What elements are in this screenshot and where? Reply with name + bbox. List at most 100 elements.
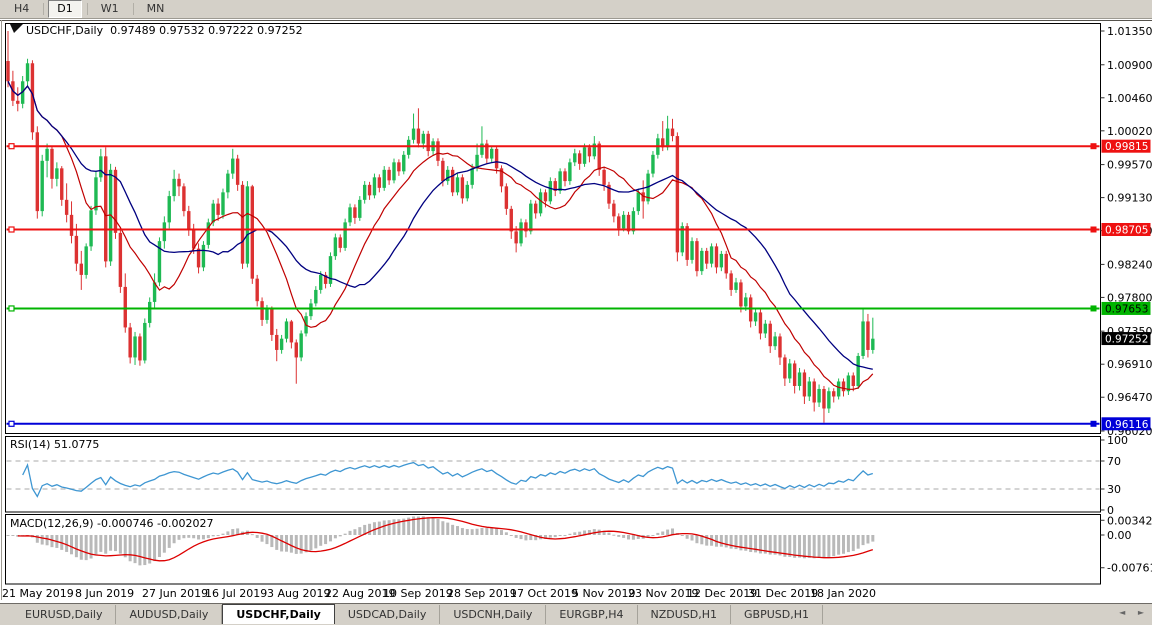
macd-bar <box>622 535 626 538</box>
bid-price-label: 0.97252 <box>1105 334 1148 346</box>
timeframe-button-d1[interactable]: D1 <box>48 0 82 18</box>
date-tick-label: 21 May 2019 <box>2 587 74 600</box>
candle-body <box>294 342 298 358</box>
macd-bar <box>118 535 122 554</box>
candle-body <box>162 222 167 242</box>
macd-bar <box>504 532 508 535</box>
chart-tab-nzdusd[interactable]: NZDUSD,H1 <box>638 605 732 624</box>
macd-bar <box>548 535 552 538</box>
candle-body <box>411 128 416 140</box>
horizontal-line-0.98705[interactable]: 0.98705 <box>6 222 1151 237</box>
macd-bar <box>798 535 802 558</box>
candle-body <box>519 222 523 244</box>
candle-body <box>866 321 870 350</box>
candle-body <box>841 381 846 392</box>
ohlc-quote: 0.97489 0.97532 0.97222 0.97252 <box>110 24 303 37</box>
candle-body <box>201 244 206 268</box>
macd-bar <box>265 535 269 545</box>
candle-body <box>690 241 694 260</box>
chart-tab-usdcnh[interactable]: USDCNH,Daily <box>440 605 547 624</box>
horizontal-line-0.97653[interactable]: 0.97653 <box>6 301 1151 316</box>
macd-bar <box>113 535 117 552</box>
date-tick-label: 17 Oct 2019 <box>510 587 578 600</box>
line-handle-left <box>8 143 15 150</box>
chart-tab-usdchf[interactable]: USDCHF,Daily <box>222 604 335 624</box>
tab-scroll-right-icon[interactable]: ► <box>1138 608 1144 617</box>
price-panel[interactable] <box>6 31 875 423</box>
macd-bar <box>221 533 225 535</box>
candle-body <box>797 372 802 386</box>
candle-body <box>871 338 875 350</box>
candle-body <box>221 192 225 215</box>
macd-bar <box>392 519 396 535</box>
chart-tab-audusd[interactable]: AUDUSD,Daily <box>116 605 223 624</box>
candle-body <box>387 169 391 181</box>
candle-body <box>460 177 465 199</box>
macd-bar <box>524 535 528 541</box>
candle-body <box>573 153 577 163</box>
macd-bar <box>343 533 347 535</box>
tab-scroll-arrows: ◄ ► <box>1109 608 1144 617</box>
candle-body <box>739 282 743 307</box>
macd-bar <box>514 535 518 538</box>
macd-bar <box>846 535 850 553</box>
ma-slow-line <box>7 81 873 370</box>
candle-body <box>704 250 709 264</box>
macd-bar <box>607 532 611 535</box>
candle-body <box>744 297 748 307</box>
line-handle-left <box>8 420 15 427</box>
horizontal-line-0.96116[interactable]: 0.96116 <box>6 417 1151 431</box>
chart-tab-eurusd[interactable]: EURUSD,Daily <box>12 605 117 624</box>
macd-bar <box>563 535 567 536</box>
candle-body <box>426 133 430 152</box>
date-scale[interactable]: 21 May 2019 8 Jun 2019 27 Jun 201916 Jul 2… <box>2 587 876 600</box>
candle-body <box>832 391 836 397</box>
macd-bar <box>153 535 157 562</box>
macd-bar <box>568 533 572 535</box>
candle-body <box>529 203 533 232</box>
timeframe-button-mn[interactable]: MN <box>138 0 174 18</box>
symbol-marker-icon <box>10 24 23 33</box>
macd-bar <box>817 535 821 558</box>
symbol-name: USDCHF,Daily <box>26 24 104 37</box>
candle-body <box>402 154 406 172</box>
mt4-window: H4 D1 W1 MN 1.01350 1.00900 1.00460 1.00020 0.9… <box>0 0 1152 625</box>
macd-bar <box>289 535 293 553</box>
chart-tabs-bar: EURUSD,Daily AUDUSD,Daily USDCHF,Daily USDC… <box>0 603 1152 625</box>
symbol-ohlc-label: USDCHF,Daily 0.97489 0.97532 0.97222 0.9… <box>26 24 303 37</box>
macd-bar <box>387 520 391 535</box>
macd-bar <box>661 531 665 535</box>
macd-bar <box>436 519 440 535</box>
macd-bar <box>79 535 83 560</box>
macd-bar <box>304 535 308 553</box>
chart-tab-eurgbp[interactable]: EURGBP,H4 <box>546 605 638 624</box>
horizontal-line-0.99815[interactable]: 0.99815 <box>6 139 1151 154</box>
chart-tab-gbpusd[interactable]: GBPUSD,H1 <box>731 605 823 624</box>
macd-bar <box>871 535 875 542</box>
candle-body <box>299 333 303 358</box>
candle-body <box>79 263 83 275</box>
tab-scroll-left-icon[interactable]: ◄ <box>1119 608 1125 617</box>
candle-body <box>397 162 401 172</box>
price-tick-label: 1.01350 <box>1107 25 1152 38</box>
rsi-panel[interactable]: 10070300 <box>6 434 1129 517</box>
macd-bar <box>94 535 98 556</box>
chart-tab-usdcad[interactable]: USDCAD,Daily <box>335 605 441 624</box>
timeframe-button-h4[interactable]: H4 <box>5 0 38 18</box>
candle-body <box>40 160 44 212</box>
candle-body <box>138 336 142 361</box>
macd-bar <box>690 535 694 541</box>
timeframe-button-w1[interactable]: W1 <box>92 0 128 18</box>
candle-body <box>392 162 396 181</box>
candle-body <box>348 207 352 223</box>
macd-bar <box>324 535 328 545</box>
date-tick-label: 27 Jun 2019 <box>142 587 208 600</box>
date-tick-label: 31 Dec 2019 <box>748 587 818 600</box>
macd-bar <box>470 529 474 535</box>
macd-bar <box>578 531 582 535</box>
candle-body <box>729 273 733 290</box>
candle-body <box>328 256 333 284</box>
macd-bar <box>822 535 826 558</box>
macd-bar <box>294 535 298 554</box>
candle-body <box>406 139 411 155</box>
